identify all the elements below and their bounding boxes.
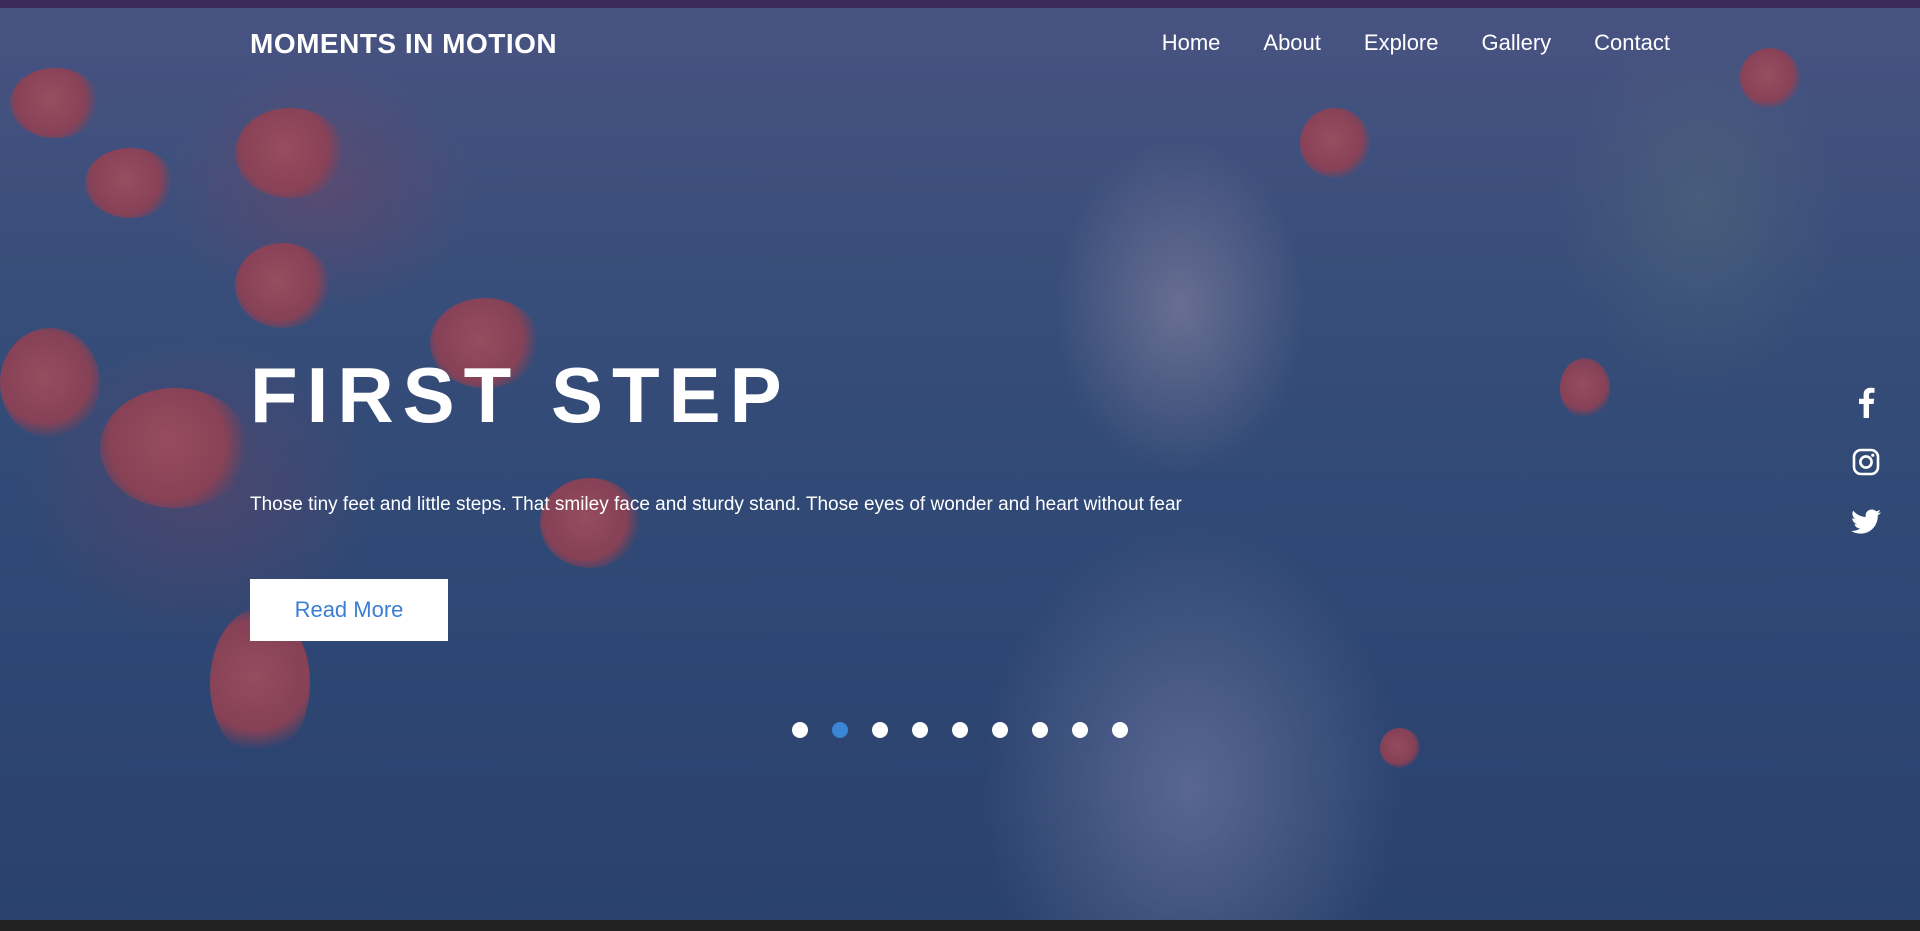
hero-subtitle: Those tiny feet and little steps. That s…	[250, 494, 1182, 515]
window-top-bar	[0, 0, 1920, 8]
instagram-icon[interactable]	[1850, 446, 1882, 478]
slider-pagination	[792, 722, 1128, 738]
social-links	[1850, 386, 1882, 538]
site-header: MOMENTS IN MOTION Home About Explore Gal…	[250, 22, 1670, 66]
hero-banner	[0, 8, 1920, 920]
nav-link-contact[interactable]: Contact	[1594, 30, 1670, 56]
site-logo[interactable]: MOMENTS IN MOTION	[250, 28, 557, 60]
main-navigation: Home About Explore Gallery Contact	[1162, 30, 1670, 56]
slider-dot-9[interactable]	[1112, 722, 1128, 738]
slider-dot-6[interactable]	[992, 722, 1008, 738]
hero-color-overlay	[0, 8, 1920, 920]
slider-dot-2[interactable]	[832, 722, 848, 738]
nav-link-gallery[interactable]: Gallery	[1481, 30, 1551, 56]
nav-link-about[interactable]: About	[1263, 30, 1321, 56]
hero-title: FIRST STEP	[250, 351, 791, 439]
nav-link-explore[interactable]: Explore	[1364, 30, 1439, 56]
nav-link-home[interactable]: Home	[1162, 30, 1221, 56]
slider-dot-8[interactable]	[1072, 722, 1088, 738]
facebook-icon[interactable]	[1850, 386, 1882, 418]
slider-dot-4[interactable]	[912, 722, 928, 738]
read-more-button[interactable]: Read More	[250, 579, 448, 641]
twitter-icon[interactable]	[1850, 506, 1882, 538]
slider-dot-1[interactable]	[792, 722, 808, 738]
slider-dot-3[interactable]	[872, 722, 888, 738]
slider-dot-7[interactable]	[1032, 722, 1048, 738]
window-bottom-bar	[0, 920, 1920, 931]
slider-dot-5[interactable]	[952, 722, 968, 738]
